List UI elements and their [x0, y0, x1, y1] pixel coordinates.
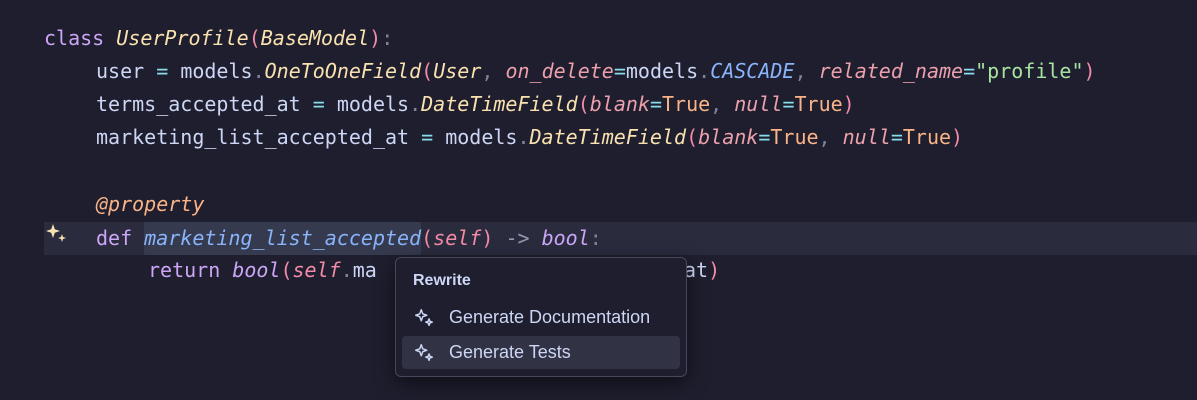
module: models [336, 92, 410, 116]
code-line-6[interactable]: @property [96, 188, 204, 221]
paren: ) [481, 226, 494, 250]
code-line-3[interactable]: terms_accepted_at = models. DateTimeField… [96, 88, 855, 121]
dot: . [517, 125, 530, 149]
constant: CASCADE [710, 59, 795, 83]
paren: ( [421, 59, 434, 83]
base-class: BaseModel [260, 26, 370, 50]
paren: ) [1083, 59, 1096, 83]
self-ref: self [292, 258, 341, 282]
code-line-1[interactable]: class UserProfile(BaseModel): [44, 22, 393, 55]
sparkle-icon [413, 342, 435, 364]
class-name: UserProfile [116, 26, 249, 50]
comma: , [794, 59, 807, 83]
literal: True [770, 125, 819, 149]
menu-heading: Rewrite [413, 272, 471, 289]
colon: : [381, 26, 394, 50]
field-call: DateTimeField [421, 92, 578, 116]
menu-item-generate-tests[interactable]: Generate Tests [402, 336, 680, 369]
paren: ( [248, 26, 261, 50]
return-arrow: -> [505, 226, 530, 250]
module: models [180, 59, 253, 83]
operator: = [649, 92, 662, 116]
code-editor[interactable]: class UserProfile(BaseModel): user = mod… [0, 0, 1197, 400]
menu-item-generate-documentation[interactable]: Generate Documentation [402, 301, 680, 334]
builtin-call: bool [232, 258, 281, 282]
attribute-partial: ma [352, 258, 377, 282]
operator: = [890, 125, 903, 149]
kwarg: null [734, 92, 783, 116]
dot: . [340, 258, 353, 282]
paren: ) [842, 92, 855, 116]
attribute-tail: at [684, 258, 709, 282]
kwarg: on_delete [505, 59, 614, 83]
literal: True [794, 92, 843, 116]
code-line-2[interactable]: user = models. OneToOneField(User, on_del… [96, 55, 1096, 88]
paren: ( [577, 92, 590, 116]
operator: = [421, 125, 434, 149]
return-type: bool [541, 226, 590, 250]
variable: terms_accepted_at [96, 92, 301, 116]
paren: ) [708, 258, 721, 282]
comma: , [818, 125, 831, 149]
sparkle-icon [413, 307, 435, 329]
literal: True [902, 125, 952, 149]
sparkle-icon[interactable] [44, 222, 68, 246]
kwarg: blank [589, 92, 650, 116]
code-line-4[interactable]: marketing_list_accepted_at = models. Date… [96, 121, 963, 154]
variable: user [96, 59, 145, 83]
comma: , [481, 59, 494, 83]
operator: = [758, 125, 771, 149]
dot: . [698, 59, 711, 83]
self-param: self [433, 226, 482, 250]
field-call: DateTimeField [529, 125, 687, 149]
string: "profile" [975, 59, 1084, 83]
argument: User [433, 59, 482, 83]
literal: True [662, 92, 711, 116]
operator: = [963, 59, 976, 83]
operator: = [312, 92, 325, 116]
variable: marketing_list_accepted_at [96, 125, 410, 149]
code-line-7[interactable]: def marketing_list_accepted(self) -> boo… [96, 222, 602, 255]
rewrite-context-menu: Rewrite Generate Documentation Generate … [395, 257, 687, 377]
paren: ( [686, 125, 699, 149]
menu-item-label: Generate Documentation [449, 307, 651, 327]
paren: ( [421, 226, 434, 250]
operator: = [782, 92, 795, 116]
operator: = [156, 59, 169, 83]
code-line-8-tail: at) [684, 254, 720, 287]
keyword-def: def [96, 226, 133, 250]
code-line-8[interactable]: return bool(self. ma [148, 254, 377, 287]
paren: ) [951, 125, 964, 149]
paren: ) [369, 26, 382, 50]
kwarg: blank [698, 125, 759, 149]
module: models [445, 125, 518, 149]
menu-item-label: Generate Tests [449, 342, 571, 362]
paren: ( [280, 258, 293, 282]
keyword-return: return [148, 258, 221, 282]
kwarg: related_name [818, 59, 964, 83]
function-name[interactable]: marketing_list_accepted [144, 222, 422, 255]
keyword-class: class [44, 26, 105, 50]
module: models [625, 59, 699, 83]
decorator: @property [96, 192, 205, 216]
comma: , [710, 92, 723, 116]
dot: . [252, 59, 265, 83]
field-call: OneToOneField [264, 59, 422, 83]
operator: = [613, 59, 626, 83]
dot: . [409, 92, 422, 116]
colon: : [589, 226, 602, 250]
kwarg: null [842, 125, 891, 149]
